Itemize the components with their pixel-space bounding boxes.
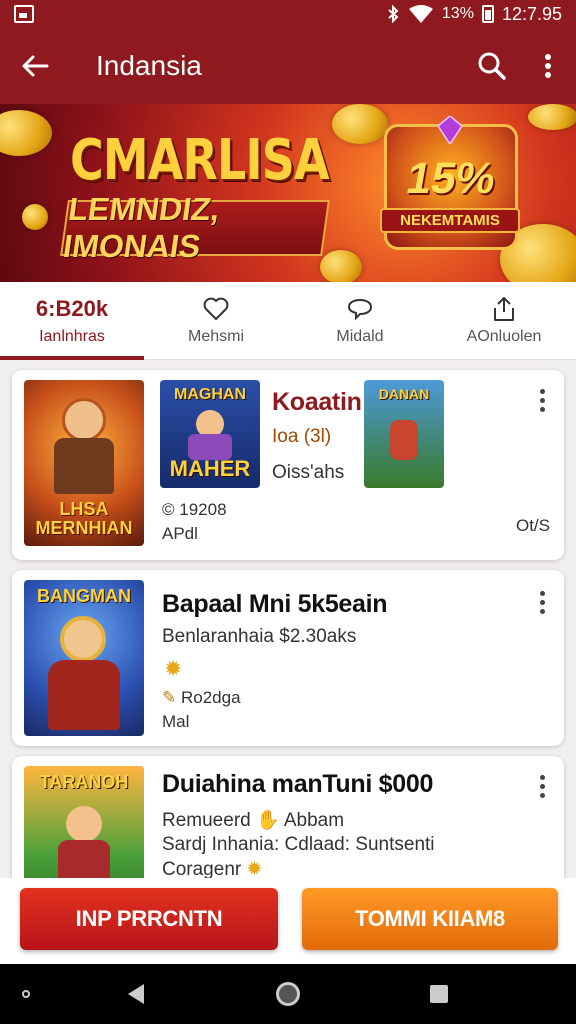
tab-label: Ianlnhras (39, 327, 105, 345)
hero-figure (48, 660, 120, 730)
coin-decoration (332, 104, 388, 144)
battery-percent: 13% (441, 5, 474, 22)
game-card[interactable]: BANGMAN Bapaal Mni 5k5eain Benlaranhaia … (12, 570, 564, 746)
action-bar: INP PRRCNTN TOMMI KIIAM8 (0, 878, 576, 964)
banner-title: CMARLISA (70, 128, 330, 193)
game-mini-thumbnail[interactable]: DANAN (364, 380, 444, 488)
tab-favorites[interactable]: Mehsmi (144, 282, 288, 359)
thumbnail-caption-bottom: MERNHIAN (35, 518, 133, 539)
hero-figure (66, 806, 102, 842)
game-meta: Coragenr ✹ (162, 858, 262, 880)
mini-thumbnail-title: MAGHAN (174, 386, 246, 403)
game-title: Koaatin (272, 388, 362, 416)
app-bar: Indansia (0, 28, 576, 104)
game-thumbnail[interactable]: LHSA MERNHIAN (24, 380, 144, 546)
tab-chat[interactable]: Midald (288, 282, 432, 359)
tab-count: 6:B20k (35, 295, 109, 321)
game-thumbnail[interactable]: BANGMAN (24, 580, 144, 736)
primary-action-button[interactable]: INP PRRCNTN (20, 888, 278, 950)
tab-popular[interactable]: 6:B20k Ianlnhras (0, 282, 144, 360)
game-badge: Ot/S (515, 516, 550, 535)
game-card[interactable]: LHSA MERNHIAN MAGHAN MAHER Koaatin Ioa (… (12, 370, 564, 560)
coin-decoration (320, 250, 362, 282)
thumbnail-caption: TARANOH (39, 772, 129, 792)
game-stat-label: Mal (162, 712, 190, 731)
mini-thumbnail-title: DANAN (378, 386, 430, 402)
heart-icon (203, 297, 229, 320)
tab-label: AOnluolen (466, 327, 542, 345)
nav-home-icon[interactable] (276, 982, 300, 1006)
search-button[interactable] (464, 28, 520, 104)
game-meta-label: Coragenr (162, 859, 242, 880)
banner-subtitle: LEMNDIZ, IMONAIS (60, 191, 330, 264)
game-meta: Oiss'ahs (272, 462, 345, 483)
thumbnail-caption: BANGMAN (37, 586, 131, 606)
battery-icon (481, 5, 494, 23)
thumbnail-caption: LHSA MERNHIAN (24, 500, 144, 538)
bluetooth-icon (388, 5, 399, 23)
hero-figure (58, 840, 110, 880)
clock: 12:7.95 (501, 3, 562, 24)
star-icon: ✹ (246, 859, 263, 880)
hero-figure (54, 438, 114, 494)
gallery-notification-icon (14, 5, 34, 23)
mini-thumbnail-subtitle: MAHER (169, 456, 251, 481)
star-icon: ✹ (164, 656, 183, 681)
game-title: Bapaal Mni 5k5eain (162, 590, 388, 618)
game-meta-label: Ro2dga (180, 688, 241, 707)
page-title: Indansia (96, 50, 202, 81)
card-menu-button[interactable] (530, 380, 554, 420)
more-vert-icon (545, 54, 551, 78)
coin-decoration (0, 110, 52, 156)
hero-figure (62, 398, 106, 442)
overflow-menu-button[interactable] (520, 28, 576, 104)
thumbnail-caption-top: LHSA (59, 499, 109, 520)
game-thumbnail[interactable]: TARANOH (24, 766, 144, 880)
game-subtitle: Remueerd ✋ Abbam (162, 810, 345, 831)
game-mini-thumbnail[interactable]: MAGHAN MAHER (160, 380, 260, 488)
nav-dot-icon (22, 990, 30, 998)
game-stat: © 19208 (162, 500, 227, 519)
hero-figure (390, 420, 418, 460)
tab-label: Midald (336, 327, 384, 345)
tab-share[interactable]: AOnluolen (432, 282, 576, 359)
game-list: LHSA MERNHIAN MAGHAN MAHER Koaatin Ioa (… (0, 360, 576, 880)
promo-banner[interactable]: CMARLISA LEMNDIZ, IMONAIS 15% NEKEMTAMIS (0, 104, 576, 282)
coin-decoration (22, 204, 48, 230)
system-nav-bar (0, 964, 576, 1024)
status-icons: 13% 12:7.95 (386, 4, 562, 25)
status-bar: 13% 12:7.95 (0, 0, 576, 28)
tab-label: Mehsmi (187, 327, 244, 345)
coin-decoration (528, 104, 576, 130)
nav-recents-icon[interactable] (430, 985, 448, 1003)
back-button[interactable] (0, 28, 70, 104)
tag-icon: ✎ (162, 688, 177, 707)
game-title: Duiahina manTuni $000 (162, 770, 434, 798)
game-card[interactable]: TARANOH Duiahina manTuni $000 Remueerd ✋… (12, 756, 564, 880)
share-icon (494, 296, 514, 321)
gem-icon (438, 116, 462, 144)
chat-bubble-icon (347, 298, 373, 320)
nav-back-icon[interactable] (128, 984, 144, 1004)
banner-badge-label: NEKEMTAMIS (380, 208, 520, 233)
wifi-icon (408, 5, 433, 23)
card-menu-button[interactable] (530, 766, 554, 806)
card-menu-button[interactable] (530, 582, 554, 622)
hero-figure (60, 616, 106, 662)
game-stat-label: APdl (162, 524, 198, 543)
game-subtitle: Benlaranhaia $2.30aks (162, 626, 357, 647)
game-meta: Sardj Inhania: Cdlaad: Suntsenti (162, 834, 435, 855)
game-meta: ✎ Ro2dga (162, 688, 241, 708)
banner-badge-number: 15% (402, 154, 500, 203)
arrow-left-icon (22, 55, 49, 77)
secondary-action-button[interactable]: TOMMI KIIAM8 (302, 888, 558, 950)
game-subtitle: Ioa (3l) (272, 426, 332, 447)
search-icon (478, 52, 506, 80)
tab-bar: 6:B20k Ianlnhras Mehsmi Midald AOnluolen (0, 282, 576, 360)
